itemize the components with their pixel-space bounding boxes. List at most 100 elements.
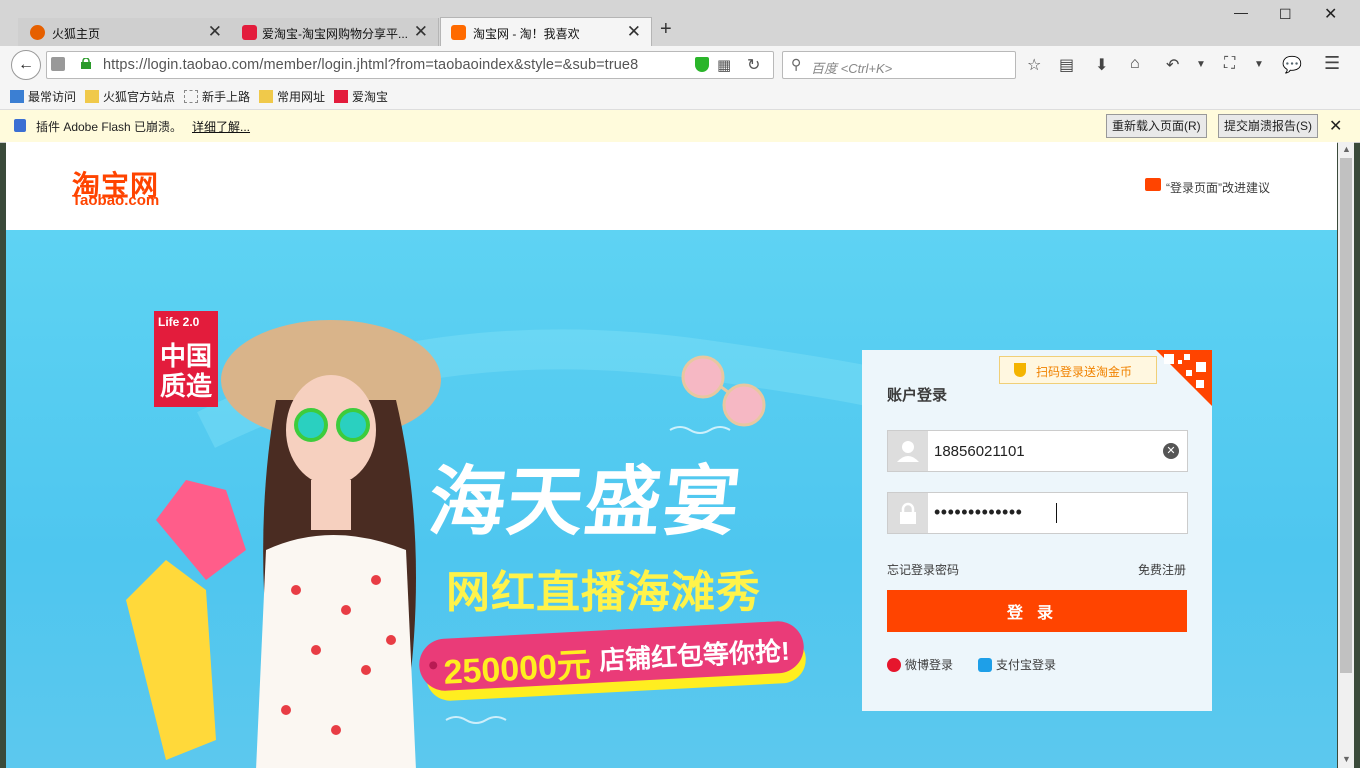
taobao-logo-en[interactable]: Taobao.com [72,192,159,209]
scroll-down-icon[interactable]: ▼ [1342,754,1351,764]
taobao-icon [242,25,257,40]
login-button[interactable]: 登录 [887,590,1187,632]
text-cursor [1056,503,1057,523]
china-quality-badge: Life 2.0 中国质造 [154,311,218,407]
bookmark-label: 新手上路 [202,90,251,104]
vertical-scrollbar[interactable]: ▲ ▼ [1338,142,1354,768]
close-notice-icon[interactable]: ✕ [1329,116,1342,136]
bookmark-label: 爱淘宝 [352,90,389,104]
learn-more-link[interactable]: 详细了解... [192,118,250,135]
badge-title: 中国质造 [160,341,213,401]
download-icon[interactable]: ⬇ [1095,55,1108,75]
qr-code-icon[interactable]: ▦ [717,56,731,74]
search-box[interactable]: ⚲ 百度 <Ctrl+K> [782,51,1016,79]
bookmark-star-icon[interactable]: ☆ [1027,55,1041,75]
page-icon [184,90,198,103]
clear-input-icon[interactable]: ✕ [1163,443,1179,459]
reading-list-icon[interactable]: ▤ [1059,55,1074,75]
model-illustration [221,320,441,768]
search-icon: ⚲ [791,56,802,72]
close-tab-icon[interactable]: ✕ [208,22,222,42]
alipay-login-label: 支付宝登录 [996,658,1057,672]
tab-title: 淘宝网 - 淘！我喜欢 [473,27,580,41]
qr-tip-text: 扫码登录送淘金币 [1036,365,1133,379]
undo-icon[interactable]: ↶ [1166,55,1179,75]
forgot-password-link[interactable]: 忘记登录密码 [887,561,959,578]
promo-banner[interactable]: Life 2.0 中国质造 海天盛宴 网红直播海滩秀 250000元 店铺红包等… [6,230,1337,768]
password-field[interactable]: ••••••••••••• [887,492,1188,534]
bookmark-common-sites[interactable]: 常用网址 [259,88,325,105]
plugin-crash-notification: 插件 Adobe Flash 已崩溃。 详细了解... 重新载入页面(R) 提交… [0,109,1360,143]
back-button[interactable]: ← [11,50,41,80]
close-tab-icon[interactable]: ✕ [414,22,428,42]
chat-icon[interactable]: 💬 [1282,55,1302,75]
scroll-up-icon[interactable]: ▲ [1342,144,1351,154]
menu-icon[interactable]: ☰ [1324,53,1340,74]
screenshot-icon[interactable]: ⛶ [1224,55,1235,73]
bookmark-ai-taobao[interactable]: 爱淘宝 [334,88,388,105]
username-input[interactable] [932,439,1156,463]
page-content: 淘宝网 Taobao.com “登录页面”改进建议 Life 2.0 中国质造 … [6,142,1337,768]
alipay-login-link[interactable]: 支付宝登录 [978,656,1056,673]
firefox-icon [30,25,45,40]
lock-icon [81,58,91,69]
tab-firefox-home[interactable]: 火狐主页 ✕ [18,18,233,46]
qr-login-tip[interactable]: 扫码登录送淘金币 [999,356,1157,384]
lock-icon [888,493,928,533]
qr-code-toggle-icon[interactable] [1156,350,1212,406]
username-field[interactable]: ✕ [887,430,1188,472]
promo-amount: 250000元 [442,646,592,692]
chevron-down-icon[interactable]: ▼ [1254,59,1264,70]
bookmark-most-visited[interactable]: 最常访问 [10,88,76,105]
notice-text: 插件 Adobe Flash 已崩溃。 [36,120,183,134]
bookmark-firefox-site[interactable]: 火狐官方站点 [85,88,175,105]
folder-icon [259,90,273,103]
weibo-login-label: 微博登录 [905,658,954,672]
tab-taobao-login[interactable]: 淘宝网 - 淘！我喜欢 ✕ [440,17,652,47]
dot-icon [429,661,438,670]
submit-crash-report-button[interactable]: 提交崩溃报告(S) [1218,114,1318,138]
close-window-icon[interactable]: ✕ [1324,4,1337,24]
reload-page-button[interactable]: 重新载入页面(R) [1106,114,1207,138]
tab-ai-taobao[interactable]: 爱淘宝-淘宝网购物分享平... ✕ [232,18,439,46]
close-tab-icon[interactable]: ✕ [627,22,641,42]
new-tab-button[interactable]: + [660,18,672,41]
promo-text: 店铺红包等你抢! [598,635,791,676]
bookmark-getting-started[interactable]: 新手上路 [184,88,250,105]
weibo-icon [887,658,901,672]
password-input[interactable]: ••••••••••••• [934,502,1022,523]
reload-icon[interactable]: ↻ [747,55,760,75]
bookmark-label: 常用网址 [277,90,326,104]
search-placeholder: 百度 <Ctrl+K> [811,61,893,76]
site-header: 淘宝网 Taobao.com “登录页面”改进建议 [6,142,1337,230]
tab-bar: 火狐主页 ✕ 爱淘宝-淘宝网购物分享平... ✕ 淘宝网 - 淘！我喜欢 ✕ +… [0,0,1360,47]
badge-label: Life 2.0 [158,315,200,329]
bookmark-icon [10,90,24,103]
weibo-login-link[interactable]: 微博登录 [887,656,953,673]
bookmarks-bar: 最常访问 火狐官方站点 新手上路 常用网址 爱淘宝 [0,84,1360,109]
shield-icon [1014,363,1026,377]
tab-title: 火狐主页 [52,27,101,41]
scrollbar-thumb[interactable] [1340,158,1352,673]
tab-title: 爱淘宝-淘宝网购物分享平... [262,27,408,41]
feedback-link[interactable]: “登录页面”改进建议 [1166,179,1270,196]
home-icon[interactable]: ⌂ [1130,55,1140,73]
bookmark-label: 最常访问 [28,90,77,104]
register-link[interactable]: 免费注册 [1138,561,1186,578]
maximize-icon[interactable]: ☐ [1279,6,1292,23]
minimize-icon[interactable]: — [1234,4,1248,20]
shield-icon[interactable] [695,57,709,72]
banner-subline: 网红直播海滩秀 [446,568,761,617]
banner-headline: 海天盛宴 [424,460,746,545]
page-info-icon[interactable] [51,57,65,71]
login-panel: 扫码登录送淘金币 账户登录 ✕ [862,350,1212,711]
user-icon [888,431,928,471]
taobao-icon [334,90,348,103]
alipay-icon [978,658,992,672]
address-bar[interactable]: https://login.taobao.com/member/login.jh… [46,51,774,79]
url-text: https://login.taobao.com/member/login.jh… [103,57,639,73]
browser-window: 火狐主页 ✕ 爱淘宝-淘宝网购物分享平... ✕ 淘宝网 - 淘！我喜欢 ✕ +… [0,0,1360,768]
bookmark-label: 火狐官方站点 [103,90,176,104]
folder-icon [85,90,99,103]
chevron-down-icon[interactable]: ▼ [1196,59,1206,70]
